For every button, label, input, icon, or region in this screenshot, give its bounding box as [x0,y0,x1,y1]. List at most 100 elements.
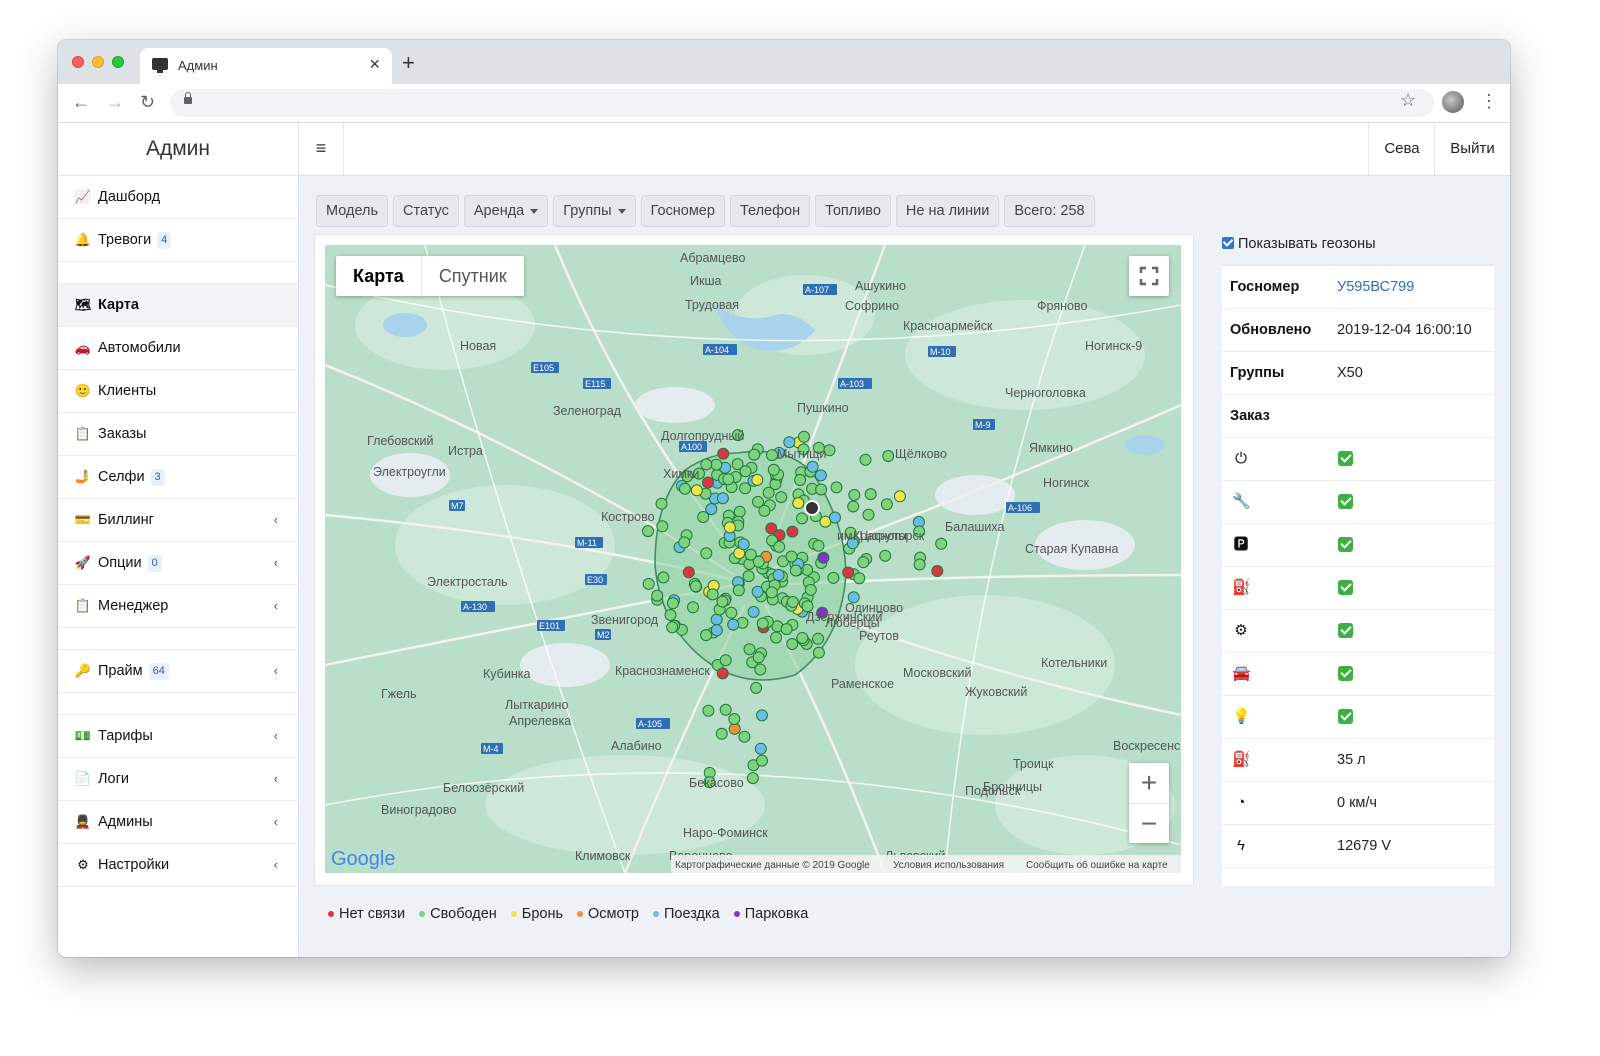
vehicle-marker[interactable] [752,651,765,664]
vehicle-marker[interactable] [733,505,746,518]
user-menu[interactable]: Сева [1368,123,1435,175]
vehicle-marker[interactable] [742,570,755,583]
vehicle-marker[interactable] [723,521,736,534]
vehicle-marker[interactable] [710,613,723,626]
vehicle-marker[interactable] [882,450,895,462]
vehicle-marker[interactable] [751,585,764,598]
vehicle-marker[interactable] [780,623,793,636]
vehicle-marker[interactable] [847,500,860,513]
geozones-toggle[interactable]: Показывать геозоны [1222,234,1494,254]
vehicle-marker[interactable] [913,558,926,571]
vehicle-marker[interactable] [756,754,768,767]
vehicle-marker[interactable] [773,540,786,553]
tab-satellite[interactable]: Спутник [422,256,524,296]
filter-button-6[interactable]: Топливо [815,195,891,227]
vehicle-marker[interactable] [664,609,677,621]
vehicle-marker[interactable] [743,643,756,656]
sidebar-item-13[interactable]: 💂 Админы ‹ [58,801,298,844]
tab-map[interactable]: Карта [336,256,422,296]
vehicle-marker[interactable] [862,508,875,521]
plate-link[interactable]: У595ВС799 [1337,266,1414,308]
vehicle-marker[interactable] [748,448,761,461]
vehicle-marker[interactable] [747,605,760,618]
sidebar-item-12[interactable]: 📄 Логи ‹ [58,758,298,801]
vehicle-marker[interactable] [739,465,752,478]
vehicle-marker[interactable] [796,512,808,525]
vehicle-marker[interactable] [864,488,877,501]
vehicle-marker[interactable] [879,549,892,562]
new-tab-button[interactable]: + [402,50,415,76]
vehicle-marker[interactable] [893,490,906,503]
geozones-checkbox[interactable] [1222,237,1234,249]
vehicle-marker[interactable] [814,469,827,482]
vehicle-marker[interactable] [738,730,751,743]
filter-button-0[interactable]: Модель [316,195,389,227]
sidebar-item-8[interactable]: 🚀 Опции 0 ‹ [58,542,298,585]
sidebar-item-4[interactable]: 🙂 Клиенты [58,370,298,413]
close-window-button[interactable] [72,56,84,68]
vehicle-marker[interactable] [716,667,729,680]
maximize-window-button[interactable] [112,56,124,68]
vehicle-marker[interactable] [829,511,841,524]
vehicle-marker[interactable] [750,681,763,694]
vehicle-marker[interactable] [717,447,730,460]
brand-title[interactable]: Админ [58,123,298,176]
vehicle-marker[interactable] [728,722,741,735]
vehicle-marker[interactable] [848,489,861,501]
vehicle-marker[interactable] [737,538,750,551]
vehicle-marker[interactable] [719,654,732,667]
filter-button-8[interactable]: Всего: 258 [1004,195,1095,227]
vehicle-marker[interactable] [746,772,759,785]
vehicle-marker[interactable] [842,566,855,579]
vehicle-marker[interactable] [789,564,802,577]
sidebar-item-3[interactable]: 🚗 Автомобили [58,327,298,370]
fullscreen-button[interactable] [1129,256,1169,296]
vehicle-marker[interactable] [798,430,810,443]
vehicle-marker[interactable] [756,709,768,722]
vehicle-marker[interactable] [678,536,691,549]
vehicle-marker[interactable] [642,577,655,590]
vehicle-marker[interactable] [716,492,729,505]
vehicle-marker[interactable] [722,473,735,486]
sidebar-item-7[interactable]: 💳 Биллинг ‹ [58,499,298,542]
vehicle-marker[interactable] [830,481,843,494]
browser-tab[interactable]: Админ × [140,48,392,84]
filter-button-1[interactable]: Статус [393,195,459,227]
sidebar-item-6[interactable]: 🤳 Селфи 3 [58,456,298,499]
vehicle-marker[interactable] [786,638,799,650]
vehicle-marker[interactable] [931,565,944,577]
minimize-window-button[interactable] [92,56,104,68]
vehicle-marker[interactable] [732,584,745,597]
vehicle-marker[interactable] [656,520,669,533]
zoom-in-button[interactable]: + [1129,763,1169,804]
back-icon[interactable]: ← [72,92,90,113]
filter-button-3[interactable]: Группы [553,195,636,227]
vehicle-marker[interactable] [657,571,670,584]
vehicle-marker[interactable] [796,632,809,644]
vehicle-marker[interactable] [775,491,788,504]
sidebar-item-14[interactable]: ⚙ Настройки ‹ [58,844,298,887]
vehicle-marker[interactable] [666,621,679,634]
sidebar-item-1[interactable]: 🔔 Тревоги 4 [58,219,298,262]
map-report-link[interactable]: Сообщить об ошибке на карте [1026,859,1168,871]
browser-menu-icon[interactable]: ⋮ [1480,91,1498,112]
filter-button-5[interactable]: Телефон [729,195,811,227]
vehicle-marker[interactable] [687,601,699,614]
vehicle-marker[interactable] [812,646,825,659]
map-terms-link[interactable]: Условия использования [893,860,1004,871]
vehicle-marker[interactable] [786,596,799,608]
vehicle-marker[interactable] [716,595,729,608]
vehicle-marker[interactable] [728,713,741,725]
vehicle-marker[interactable] [762,486,775,499]
vehicle-marker[interactable] [678,482,691,495]
map-canvas[interactable]: Абрамцево Икша Ашукино Трудовая Софрино Фряно… [325,245,1181,873]
vehicle-marker[interactable] [804,583,817,596]
sidebar-item-2[interactable]: 🗺 Карта [58,284,298,327]
vehicle-marker[interactable] [827,571,840,584]
vehicle-marker[interactable] [689,580,702,593]
menu-toggle-icon[interactable]: ≡ [299,123,344,175]
vehicle-marker[interactable] [725,606,738,619]
sidebar-item-11[interactable]: 💵 Тарифы ‹ [58,715,298,758]
vehicle-marker[interactable] [700,629,713,642]
vehicle-marker[interactable] [752,555,765,568]
